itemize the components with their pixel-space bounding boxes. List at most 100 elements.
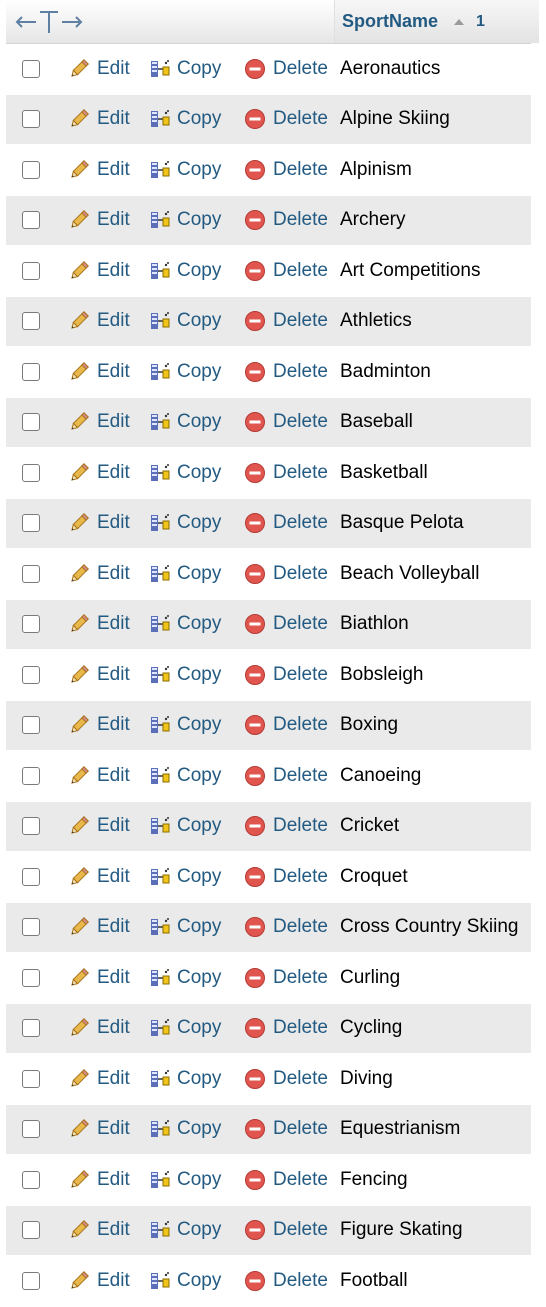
copy-link[interactable]: Copy: [149, 664, 221, 686]
edit-label[interactable]: Edit: [97, 462, 130, 484]
delete-link[interactable]: Delete: [244, 260, 328, 282]
edit-link[interactable]: Edit: [68, 563, 130, 585]
copy-icon[interactable]: [149, 765, 171, 787]
sportname-cell[interactable]: Archery: [340, 209, 405, 231]
row-checkbox[interactable]: [22, 1019, 40, 1038]
copy-label[interactable]: Copy: [177, 1270, 221, 1292]
edit-label[interactable]: Edit: [97, 1169, 130, 1191]
delete-link[interactable]: Delete: [244, 108, 328, 130]
delete-icon[interactable]: [244, 310, 266, 332]
sportname-cell[interactable]: Badminton: [340, 361, 431, 383]
sportname-cell[interactable]: Cycling: [340, 1017, 402, 1039]
edit-label[interactable]: Edit: [97, 765, 130, 787]
delete-icon[interactable]: [244, 411, 266, 433]
pencil-icon[interactable]: [68, 411, 90, 433]
edit-link[interactable]: Edit: [68, 512, 130, 534]
copy-icon[interactable]: [149, 1169, 171, 1191]
row-checkbox[interactable]: [22, 968, 40, 987]
copy-label[interactable]: Copy: [177, 209, 221, 231]
delete-link[interactable]: Delete: [244, 1169, 328, 1191]
copy-link[interactable]: Copy: [149, 462, 221, 484]
edit-label[interactable]: Edit: [97, 866, 130, 888]
copy-label[interactable]: Copy: [177, 815, 221, 837]
copy-icon[interactable]: [149, 563, 171, 585]
row-checkbox[interactable]: [22, 817, 40, 836]
sportname-cell[interactable]: Figure Skating: [340, 1219, 463, 1241]
edit-label[interactable]: Edit: [97, 1219, 130, 1241]
delete-link[interactable]: Delete: [244, 310, 328, 332]
sportname-cell[interactable]: Basketball: [340, 462, 428, 484]
delete-label[interactable]: Delete: [273, 58, 328, 80]
copy-link[interactable]: Copy: [149, 1017, 221, 1039]
edit-link[interactable]: Edit: [68, 1068, 130, 1090]
copy-label[interactable]: Copy: [177, 108, 221, 130]
delete-link[interactable]: Delete: [244, 512, 328, 534]
row-checkbox[interactable]: [22, 1120, 40, 1139]
edit-label[interactable]: Edit: [97, 613, 130, 635]
copy-link[interactable]: Copy: [149, 1068, 221, 1090]
row-checkbox[interactable]: [22, 110, 40, 129]
sportname-cell[interactable]: Baseball: [340, 411, 413, 433]
copy-label[interactable]: Copy: [177, 512, 221, 534]
delete-link[interactable]: Delete: [244, 1017, 328, 1039]
edit-label[interactable]: Edit: [97, 916, 130, 938]
pencil-icon[interactable]: [68, 1169, 90, 1191]
delete-link[interactable]: Delete: [244, 58, 328, 80]
pencil-icon[interactable]: [68, 866, 90, 888]
copy-link[interactable]: Copy: [149, 563, 221, 585]
edit-link[interactable]: Edit: [68, 765, 130, 787]
delete-link[interactable]: Delete: [244, 967, 328, 989]
pencil-icon[interactable]: [68, 1270, 90, 1292]
copy-icon[interactable]: [149, 1118, 171, 1140]
copy-icon[interactable]: [149, 58, 171, 80]
copy-label[interactable]: Copy: [177, 58, 221, 80]
edit-label[interactable]: Edit: [97, 512, 130, 534]
delete-link[interactable]: Delete: [244, 462, 328, 484]
delete-label[interactable]: Delete: [273, 411, 328, 433]
copy-icon[interactable]: [149, 613, 171, 635]
copy-icon[interactable]: [149, 1270, 171, 1292]
copy-link[interactable]: Copy: [149, 108, 221, 130]
sportname-cell[interactable]: Art Competitions: [340, 260, 480, 282]
sportname-cell[interactable]: Alpinism: [340, 159, 412, 181]
edit-label[interactable]: Edit: [97, 967, 130, 989]
copy-label[interactable]: Copy: [177, 411, 221, 433]
delete-link[interactable]: Delete: [244, 765, 328, 787]
delete-link[interactable]: Delete: [244, 411, 328, 433]
edit-link[interactable]: Edit: [68, 159, 130, 181]
edit-link[interactable]: Edit: [68, 411, 130, 433]
edit-label[interactable]: Edit: [97, 1017, 130, 1039]
row-checkbox[interactable]: [22, 413, 40, 432]
edit-label[interactable]: Edit: [97, 1118, 130, 1140]
edit-link[interactable]: Edit: [68, 967, 130, 989]
copy-link[interactable]: Copy: [149, 916, 221, 938]
pencil-icon[interactable]: [68, 1118, 90, 1140]
delete-link[interactable]: Delete: [244, 714, 328, 736]
pencil-icon[interactable]: [68, 714, 90, 736]
delete-link[interactable]: Delete: [244, 613, 328, 635]
delete-label[interactable]: Delete: [273, 916, 328, 938]
copy-label[interactable]: Copy: [177, 1017, 221, 1039]
copy-icon[interactable]: [149, 209, 171, 231]
delete-icon[interactable]: [244, 1169, 266, 1191]
copy-label[interactable]: Copy: [177, 159, 221, 181]
sportname-cell[interactable]: Curling: [340, 967, 400, 989]
delete-link[interactable]: Delete: [244, 815, 328, 837]
delete-icon[interactable]: [244, 613, 266, 635]
row-checkbox[interactable]: [22, 514, 40, 533]
delete-label[interactable]: Delete: [273, 1017, 328, 1039]
edit-link[interactable]: Edit: [68, 1017, 130, 1039]
delete-link[interactable]: Delete: [244, 209, 328, 231]
delete-label[interactable]: Delete: [273, 310, 328, 332]
sportname-cell[interactable]: Boxing: [340, 714, 398, 736]
edit-label[interactable]: Edit: [97, 664, 130, 686]
edit-label[interactable]: Edit: [97, 310, 130, 332]
copy-label[interactable]: Copy: [177, 866, 221, 888]
delete-icon[interactable]: [244, 714, 266, 736]
edit-link[interactable]: Edit: [68, 1270, 130, 1292]
delete-label[interactable]: Delete: [273, 1270, 328, 1292]
copy-label[interactable]: Copy: [177, 613, 221, 635]
delete-icon[interactable]: [244, 1118, 266, 1140]
row-checkbox[interactable]: [22, 59, 40, 78]
copy-link[interactable]: Copy: [149, 159, 221, 181]
